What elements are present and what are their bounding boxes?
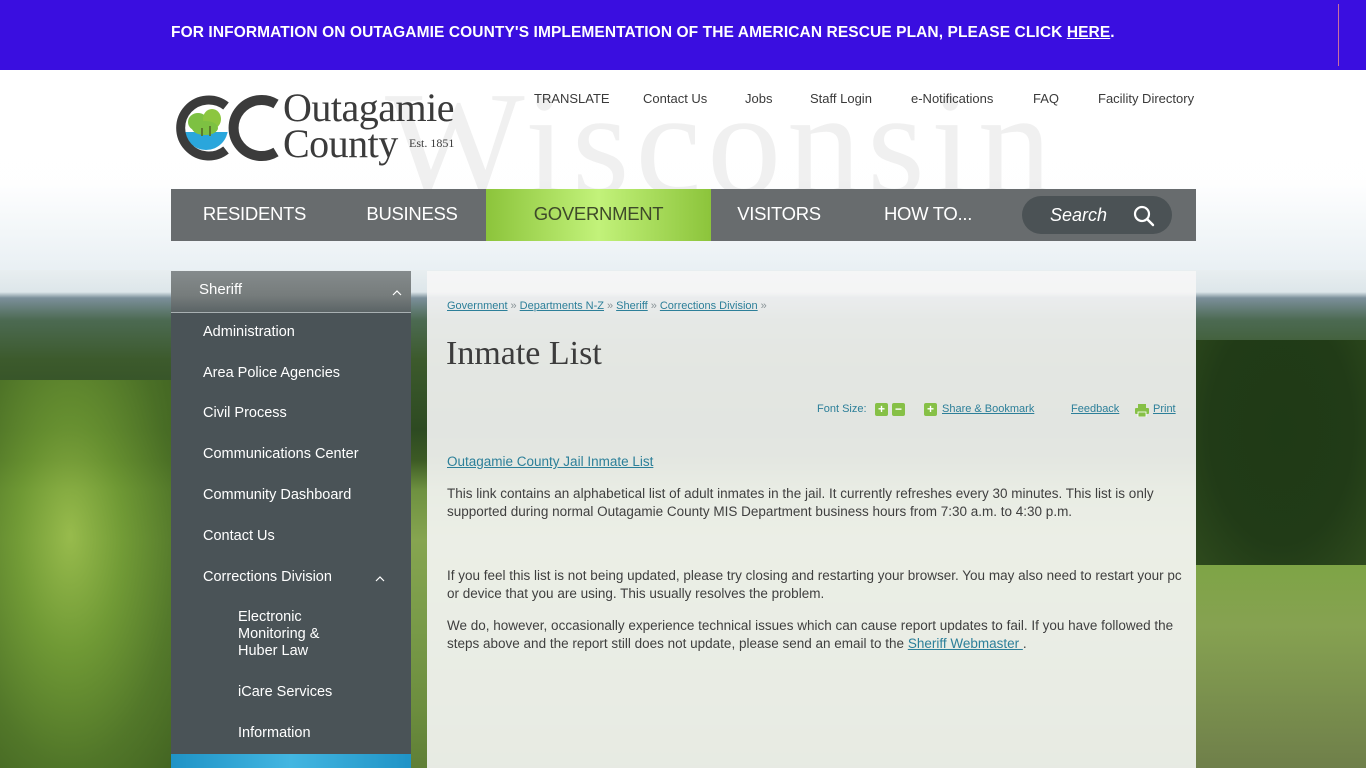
breadcrumb: Government» Departments N-Z» Sheriff» Corre… bbox=[447, 300, 767, 312]
font-increase-button[interactable]: + bbox=[875, 403, 888, 416]
sidebar-item-community-dashboard[interactable]: Community Dashboard bbox=[203, 487, 351, 503]
util-link-translate[interactable]: TRANSLATE bbox=[534, 91, 610, 106]
sidebar-subitem-icare-services[interactable]: iCare Services bbox=[238, 684, 332, 701]
util-link-e-notifications[interactable]: e-Notifications bbox=[911, 91, 993, 106]
share-plus-icon: + bbox=[924, 403, 937, 416]
paragraph-inmate-list-info: This link contains an alphabetical list … bbox=[447, 486, 1154, 519]
feedback-link[interactable]: Feedback bbox=[1071, 403, 1119, 415]
util-link-facility-directory[interactable]: Facility Directory bbox=[1098, 91, 1194, 106]
search-placeholder: Search bbox=[1050, 205, 1108, 225]
main-content: Government» Departments N-Z» Sheriff» Corre… bbox=[427, 271, 1196, 768]
print-icon[interactable] bbox=[1135, 404, 1149, 417]
nav-residents[interactable]: RESIDENTS bbox=[171, 189, 338, 241]
background-field-right bbox=[1196, 565, 1366, 768]
sidebar-subitem-information[interactable]: Information bbox=[238, 725, 311, 742]
util-link-jobs[interactable]: Jobs bbox=[745, 91, 772, 106]
sidebar-header-sheriff[interactable]: Sheriff bbox=[171, 271, 411, 313]
alert-divider bbox=[1338, 4, 1339, 66]
logo-established: Est. 1851 bbox=[409, 136, 455, 150]
page-tools: Font Size: + − + Share & Bookmark Feedba… bbox=[427, 403, 1196, 419]
logo-emblem-icon bbox=[176, 95, 279, 161]
background-trees-right bbox=[1196, 340, 1366, 565]
logo-wordmark: Outagamie County bbox=[283, 85, 455, 166]
inmate-list-link[interactable]: Outagamie County Jail Inmate List bbox=[447, 454, 653, 469]
sidebar-active-item[interactable] bbox=[171, 754, 411, 768]
sidebar-item-contact-us[interactable]: Contact Us bbox=[203, 528, 275, 544]
print-link[interactable]: Print bbox=[1153, 403, 1176, 415]
breadcrumb-sheriff[interactable]: Sheriff bbox=[616, 300, 648, 312]
share-bookmark-link[interactable]: Share & Bookmark bbox=[942, 403, 1034, 415]
nav-business[interactable]: BUSINESS bbox=[338, 189, 486, 241]
sheriff-webmaster-link[interactable]: Sheriff Webmaster bbox=[908, 636, 1023, 651]
breadcrumb-corrections-division[interactable]: Corrections Division bbox=[660, 300, 758, 312]
paragraph-technical-issues: We do, however, occasionally experience … bbox=[447, 618, 1174, 651]
font-size-label: Font Size: bbox=[817, 403, 867, 415]
page-title: Inmate List bbox=[446, 335, 602, 372]
sidebar-subitem-electronic-monitoring[interactable]: Electronic Monitoring & Huber Law bbox=[238, 609, 348, 660]
alert-banner: FOR INFORMATION ON OUTAGAMIE COUNTY'S IM… bbox=[0, 0, 1366, 70]
chevron-up-icon[interactable] bbox=[392, 288, 402, 298]
paragraph-troubleshooting: If you feel this list is not being updat… bbox=[447, 568, 1182, 601]
nav-government[interactable]: GOVERNMENT bbox=[486, 189, 711, 241]
sidebar-nav: Sheriff Administration Area Police Agenc… bbox=[171, 271, 411, 768]
nav-how-to[interactable]: HOW TO... bbox=[847, 189, 1009, 241]
util-link-contact-us[interactable]: Contact Us bbox=[643, 91, 707, 106]
util-link-faq[interactable]: FAQ bbox=[1033, 91, 1059, 106]
chevron-up-icon[interactable] bbox=[375, 574, 385, 584]
sidebar-item-communications-center[interactable]: Communications Center bbox=[203, 446, 359, 462]
sidebar-item-corrections-division[interactable]: Corrections Division bbox=[203, 569, 332, 585]
alert-here-link[interactable]: HERE bbox=[1067, 24, 1110, 41]
breadcrumb-government[interactable]: Government bbox=[447, 300, 508, 312]
search-input[interactable]: Search bbox=[1022, 196, 1172, 234]
sidebar-header-label: Sheriff bbox=[199, 281, 243, 298]
main-nav: RESIDENTS BUSINESS GOVERNMENT VISITORS H… bbox=[171, 189, 1196, 241]
alert-text: FOR INFORMATION ON OUTAGAMIE COUNTY'S IM… bbox=[171, 24, 1115, 41]
util-link-staff-login[interactable]: Staff Login bbox=[810, 91, 872, 106]
font-decrease-button[interactable]: − bbox=[892, 403, 905, 416]
county-logo[interactable]: Outagamie County Est. 1851 bbox=[172, 85, 472, 172]
sidebar-item-area-police-agencies[interactable]: Area Police Agencies bbox=[203, 365, 340, 381]
sidebar-item-civil-process[interactable]: Civil Process bbox=[203, 405, 287, 421]
sidebar-item-administration[interactable]: Administration bbox=[203, 324, 295, 340]
search-icon[interactable] bbox=[1133, 205, 1155, 227]
nav-visitors[interactable]: VISITORS bbox=[711, 189, 847, 241]
breadcrumb-departments-n-z[interactable]: Departments N-Z bbox=[520, 300, 604, 312]
background-foliage-left bbox=[0, 380, 175, 768]
